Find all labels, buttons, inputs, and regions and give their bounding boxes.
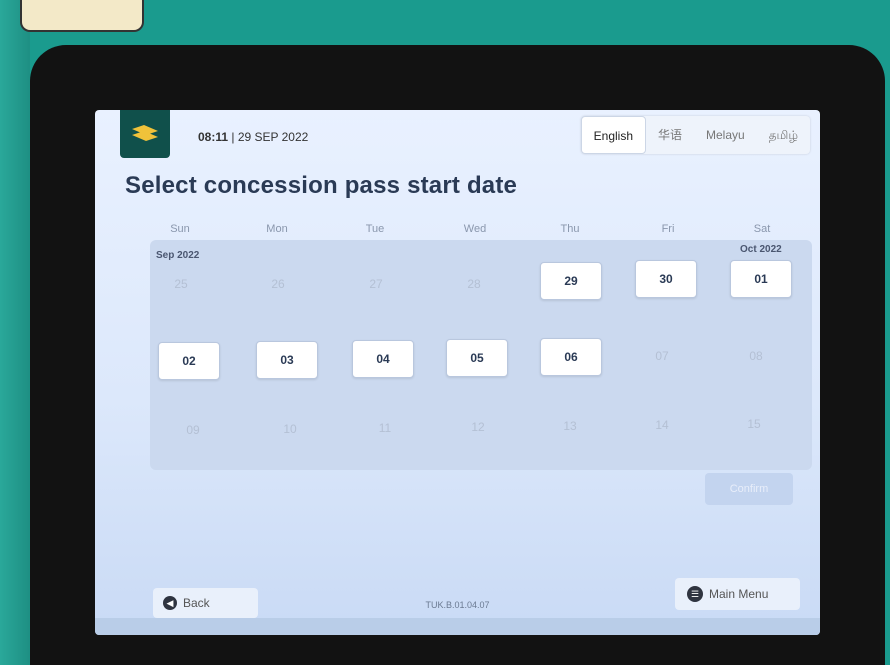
date-button-05[interactable]: 05 (446, 339, 508, 377)
date-button-06[interactable]: 06 (540, 338, 602, 376)
weekday-fri: Fri (661, 223, 675, 235)
date-button-30[interactable]: 30 (635, 260, 697, 298)
logo-icon (132, 125, 158, 141)
date-button-04[interactable]: 04 (352, 340, 414, 378)
date-cell-28: 28 (467, 277, 481, 291)
date-button-03[interactable]: 03 (256, 341, 318, 379)
date-time: 08:11 | 29 SEP 2022 (198, 130, 308, 144)
kiosk-screen: 08:11 | 29 SEP 2022 English 华语 Melayu தம… (95, 110, 820, 635)
lang-malay[interactable]: Melayu (694, 116, 757, 154)
date-cell-14: 14 (655, 418, 669, 432)
menu-icon: ☰ (687, 586, 703, 602)
weekday-header: Sun Mon Tue Wed Thu Fri Sat (145, 223, 795, 239)
date-cell-09: 09 (186, 423, 200, 437)
lang-english[interactable]: English (580, 116, 646, 154)
weekday-mon: Mon (266, 223, 288, 235)
date-cell-11: 11 (378, 421, 392, 435)
date-cell-13: 13 (563, 419, 577, 433)
weekday-sun: Sun (170, 223, 190, 235)
date-button-02[interactable]: 02 (158, 342, 220, 380)
footer-bar (95, 618, 820, 635)
date-cell-26: 26 (271, 277, 285, 291)
kiosk-frame-left (0, 0, 30, 665)
clock-time: 08:11 (198, 130, 229, 144)
page-title: Select concession pass start date (125, 172, 518, 199)
date-cell-10: 10 (283, 422, 297, 436)
confirm-button[interactable]: Confirm (705, 473, 793, 505)
weekday-tue: Tue (365, 223, 385, 235)
month-label-sep: Sep 2022 (156, 250, 200, 261)
date-cell-07: 07 (655, 349, 669, 363)
date-button-01[interactable]: 01 (730, 260, 792, 298)
date-cell-15: 15 (747, 417, 761, 431)
calendar-grid: Sep 2022 Oct 2022 25 26 27 28 29 30 01 0… (150, 240, 812, 470)
date-cell-12: 12 (471, 420, 485, 434)
language-selector: English 华语 Melayu தமிழ் (580, 116, 810, 154)
month-label-oct: Oct 2022 (740, 244, 782, 255)
weekday-sat: Sat (753, 223, 771, 235)
date-cell-27: 27 (369, 277, 383, 291)
transit-logo (120, 110, 170, 158)
lang-chinese[interactable]: 华语 (646, 116, 694, 154)
date-cell-08: 08 (749, 349, 763, 363)
main-menu-button[interactable]: ☰ Main Menu (675, 578, 800, 610)
clock-date: | 29 SEP 2022 (231, 130, 309, 144)
main-menu-label: Main Menu (709, 587, 769, 601)
weekday-wed: Wed (463, 223, 487, 235)
lang-tamil[interactable]: தமிழ் (757, 116, 810, 154)
kiosk-top-label (20, 0, 144, 32)
date-button-29[interactable]: 29 (540, 262, 602, 300)
date-cell-25: 25 (174, 277, 188, 291)
weekday-thu: Thu (560, 223, 580, 235)
